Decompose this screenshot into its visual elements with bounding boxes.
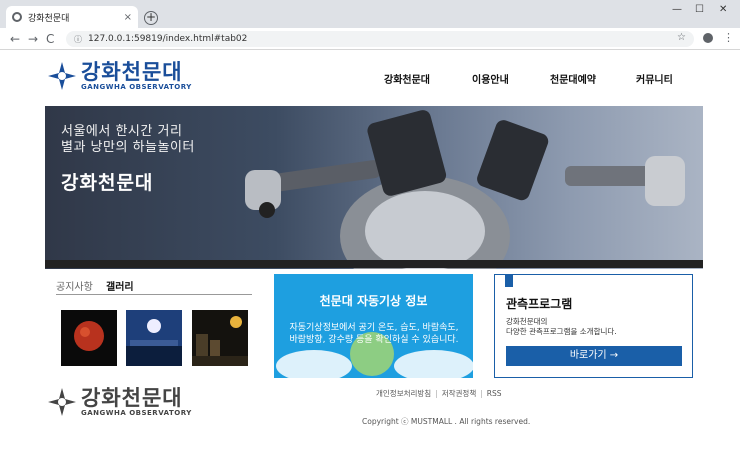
menu-icon[interactable]: ⋮ [723,31,734,44]
info-icon[interactable]: ⓘ [74,34,82,45]
new-tab-button[interactable]: + [144,11,158,25]
reload-icon[interactable]: C [46,32,54,46]
weather-title: 천문대 자동기상 정보 [319,294,428,308]
footer-logo-text-en: GANGWHA OBSERVATORY [81,409,192,417]
maximize-icon[interactable]: ☐ [695,4,704,15]
copyright-text: Copyright ⓒ MUSTMALL . All rights reserv… [362,417,531,426]
hero-title: 강화천문대 [61,172,154,194]
minimize-icon[interactable]: — [672,4,682,15]
favicon-icon [12,12,22,22]
footer-logo[interactable]: 강화천문대 GANGWHA OBSERVATORY [47,387,192,417]
hero-line-2: 별과 낭만의 하늘놀이터 [61,140,195,155]
program-description: 강화천문대의 다양한 관측프로그램을 소개합니다. [506,317,617,337]
browser-tab-strip: 강화천문대 × + — ☐ ✕ [0,0,740,28]
board-tabs: 공지사항 갤러리 [56,275,252,295]
logo-text-en: GANGWHA OBSERVATORY [81,83,192,91]
gallery-thumb-red-moon[interactable] [61,310,117,366]
nav-item-community[interactable]: 커뮤니티 [636,71,673,86]
tab-close-icon[interactable]: × [124,12,132,23]
address-bar-row: ← → C ⓘ 127.0.0.1:59819/index.html#tab02… [0,28,740,50]
nav-item-guide[interactable]: 이용안내 [472,71,509,86]
card-corner-accent [505,275,513,287]
bookmark-star-icon[interactable]: ☆ [677,32,686,43]
address-input[interactable]: ⓘ 127.0.0.1:59819/index.html#tab02 ☆ [66,31,694,47]
program-title: 관측프로그램 [506,297,573,311]
nav-item-about[interactable]: 강화천문대 [384,71,430,86]
hero-banner: 서울에서 한시간 거리 별과 낭만의 하늘놀이터 강화천문대 [45,106,703,269]
tab-notice[interactable]: 공지사항 [56,278,93,293]
url-text: 127.0.0.1:59819/index.html#tab02 [88,34,248,44]
footer-link-rss[interactable]: RSS [487,389,502,398]
close-window-icon[interactable]: ✕ [719,4,727,15]
logo-mark-icon [47,61,77,91]
footer-links: 개인정보처리방침 | 저작권정책 | RSS [376,389,502,398]
footer-link-copyright[interactable]: 저작권정책 [442,389,477,398]
gallery-thumb-moon-skyline[interactable] [192,310,248,366]
logo-text-ko: 강화천문대 [81,60,183,84]
program-desc-line1: 강화천문대의 [506,317,548,326]
program-card: 관측프로그램 강화천문대의 다양한 관측프로그램을 소개합니다. 바로가기 → [494,274,693,378]
footer-logo-mark-icon [47,387,77,417]
back-icon[interactable]: ← [10,32,20,46]
weather-info-card[interactable]: 천문대 자동기상 정보 자동기상정보에서 공기 온도, 습도, 바람속도, 바람… [274,274,473,378]
page-viewport: 강화천문대 GANGWHA OBSERVATORY 강화천문대 이용안내 천문대… [0,51,740,453]
forward-icon[interactable]: → [28,32,38,46]
tab-title: 강화천문대 [28,13,70,24]
site-logo[interactable]: 강화천문대 GANGWHA OBSERVATORY [47,61,192,91]
tab-gallery[interactable]: 갤러리 [106,278,134,293]
program-go-button[interactable]: 바로가기 → [506,346,682,366]
footer-link-privacy[interactable]: 개인정보처리방침 [376,389,431,398]
browser-tab[interactable]: 강화천문대 × [6,6,138,28]
footer-logo-text-ko: 강화천문대 [81,386,183,410]
account-icon[interactable] [703,33,713,43]
gallery-thumb-night-city[interactable] [126,310,182,366]
program-desc-line2: 다양한 관측프로그램을 소개합니다. [506,327,617,336]
weather-description: 자동기상정보에서 공기 온도, 습도, 바람속도, 바람방향, 강수량 등을 확… [289,323,459,345]
nav-item-reservation[interactable]: 천문대예약 [550,71,596,86]
